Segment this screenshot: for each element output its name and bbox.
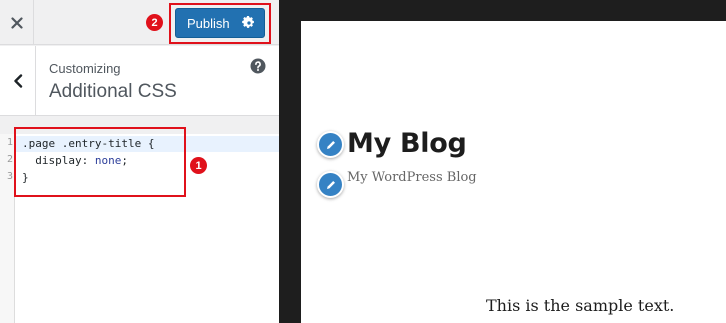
annotation-badge-2: 2: [146, 14, 163, 31]
close-icon: [10, 16, 23, 29]
site-tagline: My WordPress Blog: [347, 170, 477, 185]
edit-tagline-shortcut[interactable]: [317, 171, 344, 198]
pencil-icon: [326, 180, 335, 189]
annotation-badge-1: 1: [190, 157, 207, 174]
edit-title-shortcut[interactable]: [317, 131, 344, 158]
line-number: 1: [6, 137, 13, 148]
line-number: 2: [6, 154, 13, 165]
close-customizer-button[interactable]: [0, 0, 34, 45]
section-title: Additional CSS: [49, 81, 177, 102]
chevron-left-icon: [13, 74, 22, 88]
site-preview: My Blog My WordPress Blog This is the sa…: [301, 21, 726, 323]
annotation-box-code: [14, 127, 186, 197]
sample-text: This is the sample text.: [486, 296, 675, 315]
back-button[interactable]: [0, 46, 36, 116]
annotation-box-publish: [169, 3, 271, 44]
line-number-gutter: 1 2 3: [0, 134, 15, 323]
breadcrumb: Customizing: [49, 61, 121, 76]
site-title[interactable]: My Blog: [347, 128, 467, 159]
section-header: Customizing Additional CSS: [0, 46, 279, 116]
help-icon[interactable]: [250, 58, 266, 74]
pencil-icon: [326, 140, 335, 149]
line-number: 3: [6, 171, 13, 182]
